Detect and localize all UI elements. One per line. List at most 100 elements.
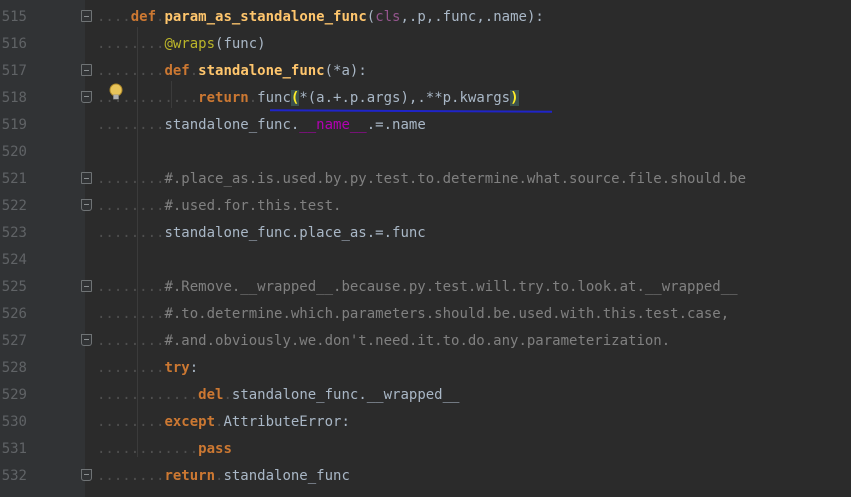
line-number: 524	[1, 252, 27, 268]
code-token: standalone_func.__wrapped__	[231, 387, 460, 403]
code-token: :	[189, 360, 199, 376]
line-number: 516	[1, 36, 27, 52]
code-token: try	[164, 360, 190, 376]
code-line[interactable]: 520	[0, 139, 851, 166]
line-number: 527	[1, 333, 27, 349]
code-token: p	[417, 9, 426, 25]
code-token: #.place_as.is.used.by.py.test.to.determi…	[164, 171, 747, 187]
code-token: param_as_standalone_func	[164, 9, 367, 25]
code-text: ........except.AttributeError:	[97, 414, 350, 431]
code-line[interactable]: 518 ............return.func(*(a.+.p.args)…	[0, 85, 851, 112]
line-number: 529	[1, 387, 27, 403]
code-token: ):	[526, 9, 544, 25]
code-text: ........standalone_func.place_as.=.func	[97, 225, 426, 242]
code-line[interactable]: 532 ........return.standalone_func	[0, 463, 851, 490]
code-token: .	[223, 387, 232, 403]
indent-whitespace: ........	[97, 333, 165, 349]
indent-whitespace: ....	[97, 9, 131, 25]
fold-marker-icon[interactable]	[81, 280, 92, 292]
code-token: func	[442, 9, 477, 25]
code-line[interactable]: 528 ........try:	[0, 355, 851, 382]
code-token: ,.	[425, 9, 443, 25]
code-token: (*a):	[324, 63, 367, 79]
code-token: )	[510, 90, 519, 106]
code-text: ............return.func(*(a.+.p.args),.*…	[97, 90, 519, 107]
line-number: 519	[1, 117, 27, 133]
code-line[interactable]: 521 ........#.place_as.is.used.by.py.test…	[0, 166, 851, 193]
fold-marker-icon[interactable]	[81, 199, 92, 211]
code-line[interactable]: 516 ........@wraps(func)	[0, 31, 851, 58]
code-text: ........#.Remove.__wrapped__.because.py.…	[97, 279, 738, 296]
code-line[interactable]: 530 ........except.AttributeError:	[0, 409, 851, 436]
code-token: standalone_func.	[164, 117, 300, 133]
indent-whitespace: ........	[97, 468, 165, 484]
code-token: name	[392, 117, 426, 133]
code-text: ............pass	[97, 441, 232, 458]
indent-whitespace: ........	[97, 360, 165, 376]
code-line[interactable]: 524	[0, 247, 851, 274]
code-token: .	[189, 63, 199, 79]
code-token: **p.kwargs	[425, 90, 511, 106]
code-token: :	[341, 414, 350, 430]
code-token: except	[164, 414, 216, 430]
code-line[interactable]: 529 ............del.standalone_func.__wra…	[0, 382, 851, 409]
code-line[interactable]: 531 ............pass	[0, 436, 851, 463]
intention-bulb-icon[interactable]	[106, 82, 126, 102]
code-line[interactable]: 526 ........#.to.determine.which.paramete…	[0, 301, 851, 328]
code-text: ........#.and.obviously.we.don't.need.it…	[97, 333, 670, 350]
code-token: return	[164, 468, 216, 484]
code-token: del	[198, 387, 224, 403]
fold-marker-icon[interactable]	[81, 334, 92, 346]
indent-whitespace: ........	[97, 198, 165, 214]
code-line[interactable]: 522 ........#.used.for.this.test.	[0, 193, 851, 220]
code-token: standalone_func	[223, 468, 350, 484]
fold-marker-icon[interactable]	[81, 64, 92, 76]
code-text: ........#.to.determine.which.parameters.…	[97, 306, 729, 323]
line-number: 518	[1, 90, 27, 106]
code-token: return	[198, 90, 249, 106]
line-number: 520	[1, 144, 27, 160]
code-text: ............del.standalone_func.__wrappe…	[97, 387, 459, 404]
code-token: @wraps	[164, 36, 216, 52]
code-line[interactable]: 523 ........standalone_func.place_as.=.fu…	[0, 220, 851, 247]
line-number: 515	[1, 9, 27, 25]
code-token: standalone_func.place_as.=.func	[164, 225, 426, 241]
code-text: ........def.standalone_func(*a):	[97, 63, 367, 80]
code-token: ,.	[400, 9, 418, 25]
indent-whitespace: ........	[97, 306, 165, 322]
code-text: ........return.standalone_func	[97, 468, 350, 485]
code-text: ........@wraps(func)	[97, 36, 266, 53]
fold-marker-icon[interactable]	[81, 10, 92, 22]
code-text: ........try:	[97, 360, 198, 377]
code-token: ,.	[476, 9, 494, 25]
fold-marker-icon[interactable]	[81, 172, 92, 184]
indent-whitespace: ........	[97, 414, 165, 430]
code-line[interactable]: 525 ........#.Remove.__wrapped__.because.…	[0, 274, 851, 301]
code-token: (	[366, 9, 376, 25]
line-number: 526	[1, 306, 27, 322]
code-line[interactable]: 515 ....def.param_as_standalone_func(cls,…	[0, 4, 851, 31]
code-token: .	[248, 90, 258, 106]
code-editor[interactable]: 515 ....def.param_as_standalone_func(cls,…	[0, 0, 851, 497]
code-line[interactable]: 519 ........standalone_func.__name__.=.na…	[0, 112, 851, 139]
code-token: __name__	[299, 117, 367, 133]
indent-whitespace: ............	[97, 387, 199, 403]
code-token: def	[130, 9, 157, 25]
indent-whitespace: ........	[97, 63, 165, 79]
line-number: 525	[1, 279, 27, 295]
code-token: standalone_func	[198, 63, 325, 79]
code-line[interactable]: 517 ........def.standalone_func(*a):	[0, 58, 851, 85]
indent-whitespace: ............	[97, 441, 199, 457]
fold-marker-icon[interactable]	[81, 91, 92, 103]
code-text: ....def.param_as_standalone_func(cls,.p,…	[97, 9, 544, 26]
indent-whitespace: ........	[97, 171, 165, 187]
indent-whitespace: ........	[97, 279, 165, 295]
code-token: func	[257, 90, 291, 106]
code-line[interactable]: 527 ........#.and.obviously.we.don't.need…	[0, 328, 851, 355]
line-number: 530	[1, 414, 27, 430]
code-text: ........#.used.for.this.test.	[97, 198, 341, 215]
code-text: ........standalone_func.__name__.=.name	[97, 117, 426, 134]
fold-marker-icon[interactable]	[81, 469, 92, 481]
code-token: pass	[198, 441, 232, 457]
indent-whitespace: ........	[97, 225, 165, 241]
